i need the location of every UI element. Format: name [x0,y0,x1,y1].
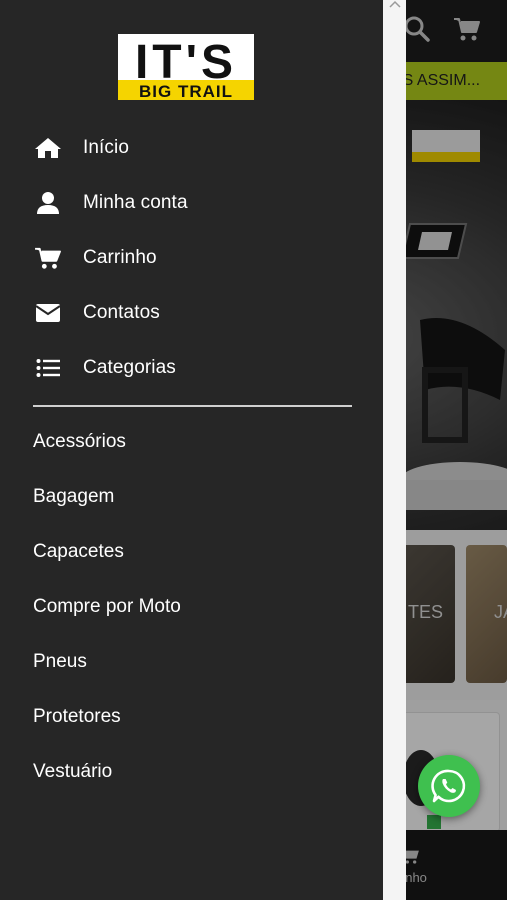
cart-icon [34,244,62,272]
category-item-label: Bagagem [33,486,115,507]
category-item-pneus[interactable]: Pneus [0,639,383,685]
whatsapp-icon [431,769,466,803]
menu-divider [33,405,352,407]
category-item-bagagem[interactable]: Bagagem [0,474,383,520]
menu-item-minha-conta[interactable]: Minha conta [0,180,383,226]
scroll-up-arrow-icon[interactable] [389,0,401,8]
category-item-vestuario[interactable]: Vestuário [0,749,383,795]
menu-item-label: Contatos [83,302,160,323]
menu-item-label: Carrinho [83,247,157,268]
envelope-icon [34,299,62,327]
drawer-scrollbar[interactable] [383,0,406,900]
menu-item-label: Início [83,137,130,158]
category-item-capacetes[interactable]: Capacetes [0,529,383,575]
home-icon [34,134,62,162]
category-item-label: Capacetes [33,541,124,562]
menu-item-categorias[interactable]: Categorias [0,345,383,391]
navigation-drawer: IT'S BIG TRAIL Início Minha conta Carrin… [0,0,383,900]
category-item-label: Vestuário [33,761,113,782]
category-item-acessorios[interactable]: Acessórios [0,419,383,465]
category-item-compre-por-moto[interactable]: Compre por Moto [0,584,383,630]
user-icon [34,189,62,217]
logo-text-sub: BIG TRAIL [139,82,233,101]
category-item-label: Acessórios [33,431,126,452]
menu-item-label: Categorias [83,357,176,378]
brand-logo[interactable]: IT'S BIG TRAIL [116,30,256,104]
category-item-label: Protetores [33,706,121,727]
whatsapp-button[interactable] [418,755,480,817]
menu-item-label: Minha conta [83,192,188,213]
menu-item-inicio[interactable]: Início [0,125,383,171]
category-item-label: Compre por Moto [33,596,181,617]
menu-item-carrinho[interactable]: Carrinho [0,235,383,281]
menu-item-contatos[interactable]: Contatos [0,290,383,336]
list-icon [34,354,62,382]
category-item-label: Pneus [33,651,87,672]
category-item-protetores[interactable]: Protetores [0,694,383,740]
